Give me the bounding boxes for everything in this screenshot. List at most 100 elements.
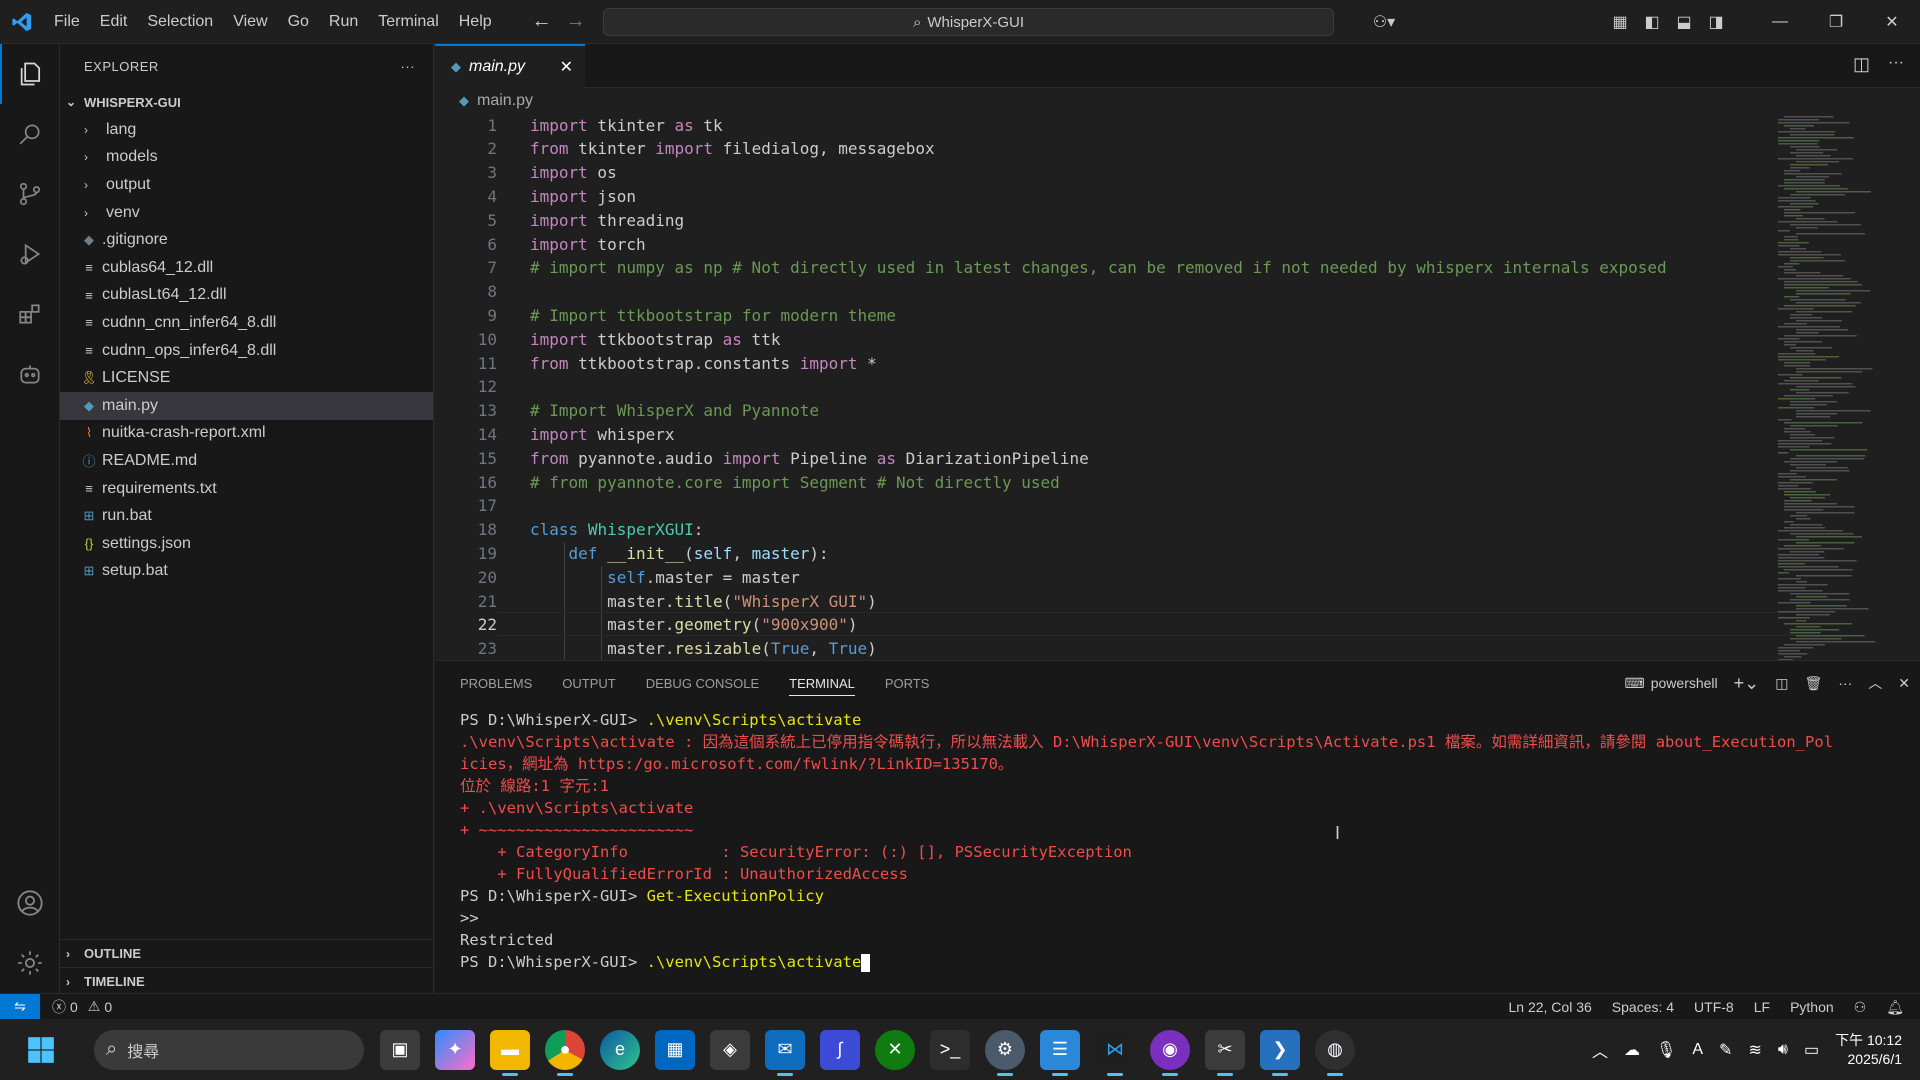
powershell-icon[interactable]: ❯ [1260,1029,1300,1076]
toggle-secondary-sidebar-icon[interactable]: ◨ [1700,12,1732,32]
language-mode[interactable]: Python [1790,999,1834,1015]
maximize-button[interactable]: ❐ [1808,12,1864,32]
code-line[interactable]: 11 from ttkbootstrap.constants import * [435,351,1795,375]
code-line[interactable]: 3 import os [435,161,1795,185]
file-item[interactable]: ⓘ README.md [60,447,433,475]
back-arrow-icon[interactable]: ← [532,10,552,33]
search-icon[interactable] [0,104,60,164]
workspace-root[interactable]: ⌄ WHISPERX-GUI [60,88,433,116]
code-line[interactable]: 12 [435,375,1795,399]
wifi-icon[interactable]: ≋ [1748,1040,1761,1060]
chrome-icon[interactable]: ● [545,1029,585,1076]
customize-layout-icon[interactable]: ▦ [1604,12,1636,32]
terminal-output[interactable]: PS D:\WhisperX-GUI> .\venv\Scripts\activ… [460,709,1833,973]
code-line[interactable]: 21 master.title("WhisperX GUI") [435,589,1795,613]
terminal-app-icon[interactable]: >_ [930,1029,970,1070]
close-tab-icon[interactable]: ✕ [560,57,573,77]
more-actions-icon[interactable]: ··· [401,59,416,74]
tab-problems[interactable]: PROBLEMS [460,676,532,691]
code-line[interactable]: 17 [435,494,1795,518]
github-desktop-icon[interactable]: ◉ [1150,1029,1190,1076]
menu-help[interactable]: Help [449,0,502,44]
clock[interactable]: 下午 10:12 2025/6/1 [1835,1031,1902,1069]
encoding[interactable]: UTF-8 [1694,999,1734,1015]
copilot-icon[interactable]: ⚇▾ [1368,12,1400,32]
copilot-chat-icon[interactable] [0,344,60,404]
file-item[interactable]: ≡ cublasLt64_12.dll [60,282,433,310]
outline-section[interactable]: › OUTLINE [60,939,434,967]
copilot-app-icon[interactable]: ✦ [435,1029,475,1070]
obs-icon[interactable]: ◍ [1315,1029,1355,1076]
math-app-icon[interactable]: ∫ [820,1029,860,1070]
end-of-line[interactable]: LF [1754,999,1770,1015]
store-icon[interactable]: ▦ [655,1029,695,1070]
source-control-icon[interactable] [0,164,60,224]
tab-output[interactable]: OUTPUT [562,676,615,691]
file-item[interactable]: {} settings.json [60,530,433,558]
code-line[interactable]: 20 self.master = master [435,565,1795,589]
more-actions-icon[interactable]: ··· [1888,54,1904,72]
settings-gear-icon[interactable] [0,933,60,993]
maximize-panel-icon[interactable]: ︿ [1868,673,1882,693]
code-line[interactable]: 16 # from pyannote.core import Segment # … [435,470,1795,494]
more-actions-icon[interactable]: ··· [1838,675,1852,691]
handwriting-icon[interactable]: ✎ [1719,1040,1732,1060]
timeline-section[interactable]: › TIMELINE [60,967,434,995]
toggle-panel-icon[interactable]: ⬓ [1668,12,1700,32]
folder-item[interactable]: › output [60,171,433,199]
code-line[interactable]: 18 class WhisperXGUI: [435,518,1795,542]
terminal-shell-label[interactable]: powershell [1651,675,1718,691]
code-line[interactable]: 10 import ttkbootstrap as ttk [435,327,1795,351]
battery-icon[interactable]: ▭ [1804,1040,1819,1060]
code-line[interactable]: 15 from pyannote.audio import Pipeline as… [435,446,1795,470]
minimize-button[interactable]: — [1752,13,1808,31]
task-view-icon[interactable]: ▣ [380,1029,420,1070]
file-item[interactable]: ◆ .gitignore [60,226,433,254]
vscode-taskbar-icon[interactable]: ⋈ [1095,1029,1135,1076]
code-line[interactable]: 19 def __init__(self, master): [435,541,1795,565]
menu-go[interactable]: Go [278,0,319,44]
copilot-status-icon[interactable]: ⚇ [1854,999,1867,1016]
volume-icon[interactable]: 🔊︎ [1778,1041,1788,1059]
notepad-icon[interactable]: ☰ [1040,1029,1080,1076]
tab-ports[interactable]: PORTS [885,676,930,691]
onedrive-icon[interactable]: ☁ [1624,1040,1640,1060]
code-line[interactable]: 2 from tkinter import filedialog, message… [435,137,1795,161]
unity-icon[interactable]: ◈ [710,1029,750,1070]
file-item[interactable]: ◆ main.py [60,391,433,420]
code-line[interactable]: 7 # import numpy as np # Not directly use… [435,256,1795,280]
problems-indicator[interactable]: ⓧ 0 ⚠ 0 [52,997,112,1017]
file-item[interactable]: ≡ cublas64_12.dll [60,254,433,282]
forward-arrow-icon[interactable]: → [566,10,586,33]
ime-icon[interactable]: A [1692,1041,1703,1059]
kill-terminal-icon[interactable]: 🗑 [1804,675,1822,692]
xbox-icon[interactable]: ✕ [875,1029,915,1070]
menu-terminal[interactable]: Terminal [368,0,448,44]
file-item[interactable]: ⊞ run.bat [60,502,433,530]
cursor-position[interactable]: Ln 22, Col 36 [1508,999,1591,1015]
folder-item[interactable]: › venv [60,199,433,227]
file-item[interactable]: ≡ requirements.txt [60,475,433,503]
command-center-search[interactable]: ⌕ WhisperX-GUI [603,8,1334,36]
code-line[interactable]: 9 # Import ttkbootstrap for modern theme [435,303,1795,327]
file-item[interactable]: ⊞ setup.bat [60,558,433,586]
run-debug-icon[interactable] [0,224,60,284]
menu-selection[interactable]: Selection [137,0,223,44]
settings-app-icon[interactable]: ⚙ [985,1029,1025,1076]
code-line[interactable]: 23 master.resizable(True, True) [435,637,1795,660]
toggle-primary-sidebar-icon[interactable]: ◧ [1636,12,1668,32]
code-line[interactable]: 13 # Import WhisperX and Pyannote [435,399,1795,423]
close-button[interactable]: ✕ [1864,12,1920,32]
windows-start-icon[interactable] [18,1027,64,1073]
breadcrumb-file[interactable]: main.py [477,92,533,110]
file-item[interactable]: ≡ cudnn_ops_infer64_8.dll [60,337,433,365]
indentation[interactable]: Spaces: 4 [1612,999,1674,1015]
notifications-bell-icon[interactable]: 🔔︎ [1886,999,1904,1016]
code-editor[interactable]: 1 import tkinter as tk 2 from tkinter impor… [435,114,1920,660]
explorer-icon[interactable] [0,44,60,104]
tab-terminal[interactable]: TERMINAL [789,676,855,696]
tab-debug-console[interactable]: DEBUG CONSOLE [646,676,759,691]
mail-icon[interactable]: ✉ [765,1029,805,1076]
file-explorer-icon[interactable]: ▬ [490,1029,530,1076]
code-line[interactable]: 5 import threading [435,208,1795,232]
